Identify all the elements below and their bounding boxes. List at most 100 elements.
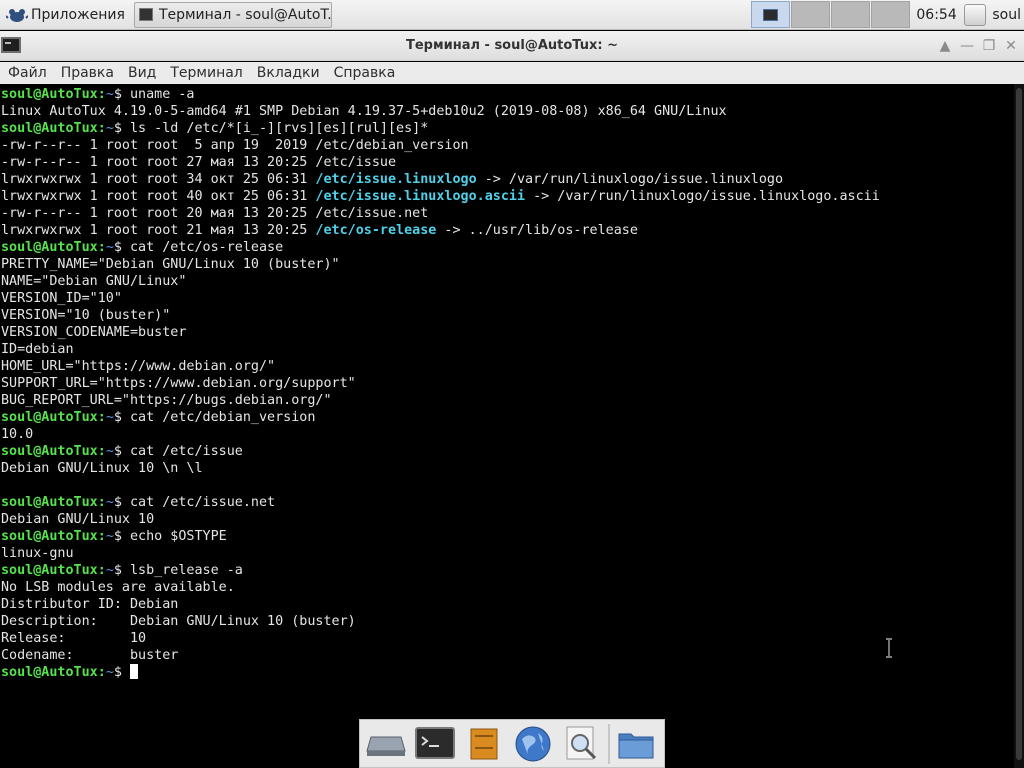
shell-prompt: soul@AutoTux:~$ xyxy=(1,87,130,102)
shell-prompt: soul@AutoTux:~$ xyxy=(1,665,130,680)
output-text: Distributor ID: Debian xyxy=(1,597,179,612)
terminal-line: soul@AutoTux:~$ echo $OSTYPE xyxy=(1,528,1011,545)
terminal-line: Codename: buster xyxy=(1,647,1011,664)
menu-tabs[interactable]: Вкладки xyxy=(257,65,320,81)
minimize-button-icon[interactable]: — xyxy=(956,36,978,56)
output-text: -rw-r--r-- 1 root root 5 апр 19 2019 /et… xyxy=(1,138,469,153)
shell-prompt: soul@AutoTux:~$ xyxy=(1,410,130,425)
applications-menu-label: Приложения xyxy=(31,6,125,23)
menu-file[interactable]: Файл xyxy=(8,65,47,81)
output-text: HOME_URL="https://www.debian.org/" xyxy=(1,359,276,374)
terminal-line: PRETTY_NAME="Debian GNU/Linux 10 (buster… xyxy=(1,256,1011,273)
dock-folder[interactable] xyxy=(613,722,659,766)
shell-prompt: soul@AutoTux:~$ xyxy=(1,240,130,255)
scrollbar-thumb[interactable] xyxy=(1016,88,1022,760)
user-action-icon[interactable] xyxy=(964,3,987,26)
terminal-output-area[interactable]: soul@AutoTux:~$ uname -a Linux AutoTux 4.… xyxy=(0,84,1024,768)
shell-command: cat /etc/issue.net xyxy=(130,495,276,510)
shade-button-icon[interactable]: ▲ xyxy=(934,36,956,56)
dock-terminal[interactable] xyxy=(412,722,458,766)
output-text: lrwxrwxrwx 1 root root 34 окт 25 06:31 xyxy=(1,172,316,187)
window-titlebar[interactable]: Терминал - soul@AutoTux: ~ ▲ — ❐ ✕ xyxy=(0,31,1024,61)
symlink-target: -> ../usr/lib/os-release xyxy=(436,223,638,238)
terminal-scrollbar[interactable] xyxy=(1014,84,1024,768)
shell-prompt: soul@AutoTux:~$ xyxy=(1,563,130,578)
terminal-line: soul@AutoTux:~$ lsb_release -a xyxy=(1,562,1011,579)
output-text: Codename: buster xyxy=(1,648,179,663)
terminal-line: Distributor ID: Debian xyxy=(1,596,1011,613)
menu-terminal[interactable]: Терминал xyxy=(170,65,242,81)
terminal-line: -rw-r--r-- 1 root root 27 мая 13 20:25 /… xyxy=(1,154,1011,171)
terminal-line: lrwxrwxrwx 1 root root 21 мая 13 20:25 /… xyxy=(1,222,1011,239)
xfce-mouse-icon xyxy=(6,8,28,22)
output-text: No LSB modules are available. xyxy=(1,580,235,595)
output-text: ID=debian xyxy=(1,342,74,357)
symlink-name: /etc/issue.linuxlogo xyxy=(315,172,477,187)
clock[interactable]: 06:54 xyxy=(916,7,962,23)
taskbar-terminal-label: Терминал - soul@AutoT... xyxy=(158,6,332,23)
terminal-line: -rw-r--r-- 1 root root 5 апр 19 2019 /et… xyxy=(1,137,1011,154)
mouse-ibeam-cursor-icon xyxy=(886,638,892,658)
folder-icon xyxy=(618,733,654,758)
workspace-3[interactable] xyxy=(831,1,871,28)
maximize-button-icon[interactable]: ❐ xyxy=(978,36,1000,56)
menu-help[interactable]: Справка xyxy=(334,65,396,81)
menu-view[interactable]: Вид xyxy=(128,65,156,81)
menu-edit[interactable]: Правка xyxy=(61,65,114,81)
terminal-line: -rw-r--r-- 1 root root 20 мая 13 20:25 /… xyxy=(1,205,1011,222)
taskbar-terminal-button[interactable]: Терминал - soul@AutoT... xyxy=(133,1,332,28)
output-text: Linux AutoTux 4.19.0-5-amd64 #1 SMP Debi… xyxy=(1,104,727,119)
applications-menu[interactable]: Приложения xyxy=(0,0,131,30)
symlink-target: -> /var/run/linuxlogo/issue.linuxlogo.as… xyxy=(525,189,880,204)
shell-prompt: soul@AutoTux:~$ xyxy=(1,444,130,459)
web-browser-icon xyxy=(515,726,551,761)
output-text: lrwxrwxrwx 1 root root 40 окт 25 06:31 xyxy=(1,189,316,204)
drive-icon xyxy=(366,736,406,756)
shell-prompt: soul@AutoTux:~$ xyxy=(1,529,130,544)
dock-search[interactable] xyxy=(559,722,605,766)
search-icon xyxy=(566,726,597,759)
output-text: Description: Debian GNU/Linux 10 (buster… xyxy=(1,614,356,629)
terminal-line: ID=debian xyxy=(1,341,1011,358)
shell-command: lsb_release -a xyxy=(130,563,243,578)
symlink-target: -> /var/run/linuxlogo/issue.linuxlogo xyxy=(476,172,784,187)
terminal-line: VERSION_ID="10" xyxy=(1,290,1011,307)
output-text: Debian GNU/Linux 10 xyxy=(1,512,155,527)
shell-command: uname -a xyxy=(130,87,195,102)
user-name[interactable]: soul xyxy=(992,7,1021,23)
close-button-icon[interactable]: ✕ xyxy=(1000,36,1022,56)
terminal-line: linux-gnu xyxy=(1,545,1011,562)
workspace-2[interactable] xyxy=(791,1,831,28)
terminal-icon xyxy=(138,8,153,21)
output-text: NAME="Debian GNU/Linux" xyxy=(1,274,187,289)
shell-command: echo $OSTYPE xyxy=(130,529,227,544)
output-text: -rw-r--r-- 1 root root 20 мая 13 20:25 /… xyxy=(1,206,429,221)
symlink-name: /etc/issue.linuxlogo.ascii xyxy=(315,189,526,204)
dock-file-cabinet[interactable] xyxy=(461,722,507,766)
terminal-line: No LSB modules are available. xyxy=(1,579,1011,596)
terminal-line: lrwxrwxrwx 1 root root 34 окт 25 06:31 /… xyxy=(1,171,1011,188)
workspace-1[interactable] xyxy=(751,1,791,28)
terminal-icon xyxy=(415,726,455,759)
output-text: Debian GNU/Linux 10 \n \l xyxy=(1,461,203,476)
dock-drive[interactable] xyxy=(363,722,409,766)
file-cabinet-icon xyxy=(470,728,498,759)
output-text: SUPPORT_URL="https://www.debian.org/supp… xyxy=(1,376,356,391)
shell-prompt: soul@AutoTux:~$ xyxy=(1,121,130,136)
terminal-text: soul@AutoTux:~$ uname -a Linux AutoTux 4.… xyxy=(1,86,1011,681)
terminal-line: Linux AutoTux 4.19.0-5-amd64 #1 SMP Debi… xyxy=(1,103,1011,120)
dock-web-browser[interactable] xyxy=(510,722,556,766)
dock-separator xyxy=(608,723,610,764)
terminal-line: soul@AutoTux:~$ cat /etc/issue xyxy=(1,443,1011,460)
workspace-switcher xyxy=(751,0,911,30)
terminal-line: soul@AutoTux:~$ xyxy=(1,664,1011,681)
window-controls: ▲ — ❐ ✕ xyxy=(934,36,1022,56)
output-text: -rw-r--r-- 1 root root 27 мая 13 20:25 /… xyxy=(1,155,397,170)
shell-command: cat /etc/debian_version xyxy=(130,410,316,425)
terminal-line: Release: 10 xyxy=(1,630,1011,647)
terminal-line: soul@AutoTux:~$ ls -ld /etc/*[i_-][rvs][… xyxy=(1,120,1011,137)
output-text: VERSION_CODENAME=buster xyxy=(1,325,187,340)
workspace-4[interactable] xyxy=(871,1,911,28)
terminal-line: HOME_URL="https://www.debian.org/" xyxy=(1,358,1011,375)
